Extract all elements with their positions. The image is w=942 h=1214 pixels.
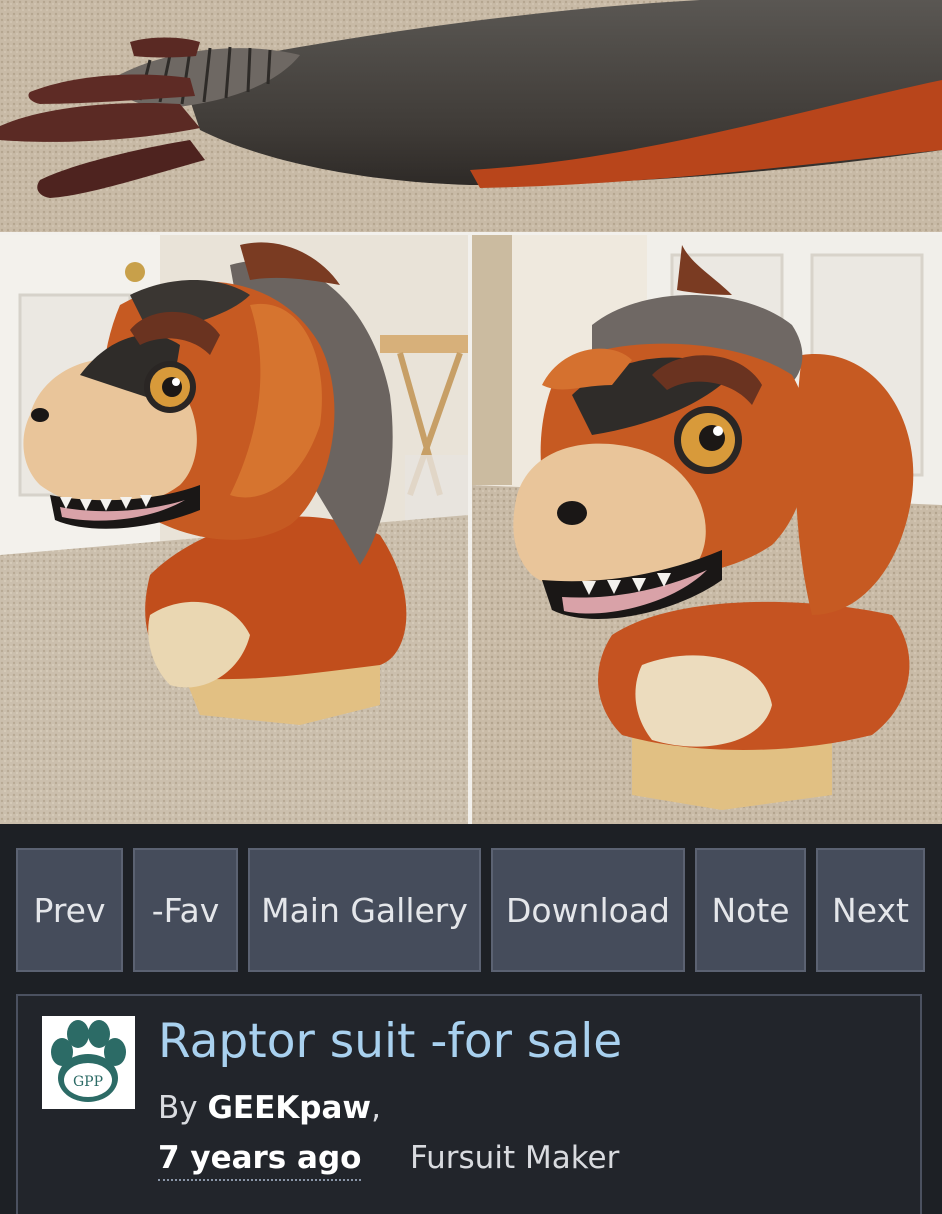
paw-logo-icon: GPP [51,1020,126,1102]
category-label: Fursuit Maker [410,1140,620,1176]
author-link[interactable]: GEEKpaw [207,1090,371,1126]
prev-button[interactable]: Prev [16,848,123,972]
tail-photo[interactable] [0,0,942,232]
head-front-photo[interactable] [472,235,942,824]
submission-title: Raptor suit -for sale [158,1014,623,1069]
avatar-text: GPP [73,1074,103,1090]
by-suffix: , [371,1090,381,1126]
byline: By GEEKpaw, [158,1090,381,1126]
submission-nav-bar: Prev -Fav Main Gallery Download Note Nex… [16,848,926,974]
unfavorite-button[interactable]: -Fav [133,848,238,972]
by-prefix: By [158,1090,198,1126]
main-gallery-button[interactable]: Main Gallery [248,848,481,972]
avatar[interactable]: GPP [42,1016,135,1109]
next-button[interactable]: Next [816,848,925,972]
posted-time[interactable]: 7 years ago [158,1140,362,1181]
submission-info: GPP Raptor suit -for sale By GEEKpaw, 7 … [16,994,922,1214]
head-side-photo[interactable] [0,235,468,824]
download-button[interactable]: Download [491,848,685,972]
note-button[interactable]: Note [695,848,806,972]
